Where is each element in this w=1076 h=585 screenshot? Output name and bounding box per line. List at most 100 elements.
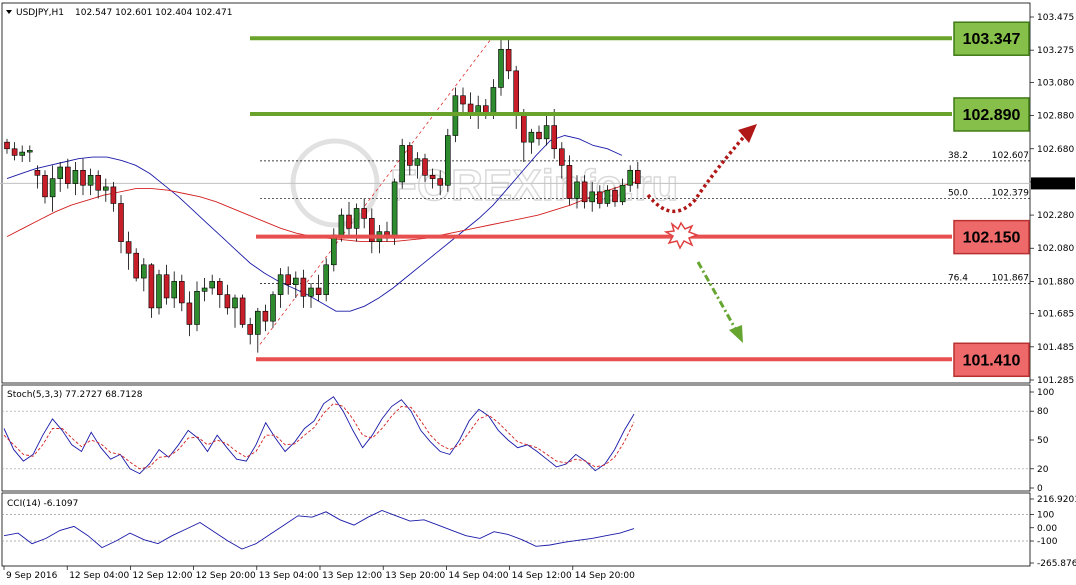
candle-body-78 <box>596 191 603 204</box>
candle-body-15 <box>118 203 124 242</box>
main-y-tick-1: 103.275 <box>1037 46 1074 56</box>
ohlc-values: 102.547 102.601 102.404 102.471 <box>75 8 232 18</box>
stoch-y-tick-0: 100 <box>1037 388 1054 398</box>
candle-body-51 <box>391 181 398 239</box>
candle-body-65 <box>498 49 504 88</box>
candle-body-10 <box>80 170 86 186</box>
main-y-tick-2: 103.080 <box>1037 78 1074 88</box>
candle-body-9 <box>72 170 79 184</box>
main-y-tick-7: 102.080 <box>1037 244 1074 254</box>
candle-31 <box>239 294 246 328</box>
fib-price-label-0: 102.607 <box>992 151 1029 161</box>
stochastic-label: Stoch(5,3,3) 77.2727 68.7128 <box>7 390 143 400</box>
candle-body-67 <box>513 70 520 113</box>
candle-body-24 <box>186 302 193 325</box>
candle-body-29 <box>224 294 231 309</box>
cci-y-tick-1: 100 <box>1037 510 1054 520</box>
candle-body-26 <box>201 287 208 292</box>
candle-body-18 <box>141 264 147 279</box>
main-y-tick-11: 101.285 <box>1037 376 1074 386</box>
candle-body-75 <box>574 181 580 199</box>
candle-body-71 <box>543 125 550 140</box>
level-label-102.150: 102.150 <box>963 230 1021 247</box>
candle-body-63 <box>482 105 489 113</box>
candle-body-16 <box>125 241 132 254</box>
x-tick-5: 13 Sep 12:00 <box>322 571 382 581</box>
candle-20 <box>156 269 162 315</box>
candle-body-56 <box>429 174 436 179</box>
x-tick-4: 13 Sep 04:00 <box>259 571 319 581</box>
candle-body-37 <box>285 274 292 285</box>
cci-y-tick-3: -100 <box>1037 537 1058 547</box>
candle-body-14 <box>110 186 117 204</box>
candle-body-79 <box>604 189 611 204</box>
cci-y-tick-4: -265.8767 <box>1037 559 1076 569</box>
candle-body-13 <box>103 186 109 191</box>
candle-body-22 <box>171 281 177 299</box>
candle-body-57 <box>437 178 444 186</box>
candle-body-34 <box>262 310 269 322</box>
level-label-103.347: 103.347 <box>963 31 1021 48</box>
candle-body-40 <box>308 287 314 297</box>
candle-17 <box>133 248 139 282</box>
x-tick-2: 12 Sep 12:00 <box>132 571 192 581</box>
stoch-y-tick-1: 80 <box>1037 407 1049 417</box>
candle-body-70 <box>536 131 542 140</box>
x-tick-6: 13 Sep 20:00 <box>385 571 445 581</box>
candle-body-38 <box>292 277 299 285</box>
candle-body-36 <box>277 274 284 295</box>
candle-body-19 <box>148 264 155 309</box>
current-price-label: 102.471 <box>1036 179 1073 189</box>
candle-body-69 <box>528 131 535 143</box>
fib-ratio-label-0: 38.2 <box>948 151 968 161</box>
candle-body-83 <box>634 170 641 184</box>
candle-body-47 <box>361 208 368 219</box>
candle-body-53 <box>406 145 413 166</box>
candle-body-52 <box>399 145 406 183</box>
stoch-y-tick-2: 50 <box>1037 436 1049 446</box>
candle-body-76 <box>581 181 588 203</box>
main-y-tick-4: 102.680 <box>1037 145 1074 155</box>
candle-body-0 <box>4 141 10 150</box>
x-tick-0: 9 Sep 2016 <box>6 571 58 581</box>
candle-body-58 <box>444 135 451 186</box>
candle-body-77 <box>589 191 596 203</box>
main-header: USDJPY,H1 102.547 102.601 102.404 102.47… <box>6 8 232 18</box>
candle-body-11 <box>87 174 94 186</box>
candle-body-33 <box>255 310 261 335</box>
candle-body-82 <box>627 170 634 186</box>
candle-body-39 <box>300 277 307 297</box>
cci-y-tick-2: 0.00 <box>1037 524 1057 534</box>
candle-body-43 <box>330 234 337 266</box>
level-label-102.890: 102.890 <box>963 107 1021 124</box>
candle-body-17 <box>133 252 139 279</box>
candle-58 <box>444 128 451 192</box>
fib-ratio-label-2: 76.4 <box>948 274 968 284</box>
main-y-tick-0: 103.475 <box>1037 13 1074 23</box>
candle-body-66 <box>505 49 512 72</box>
fib-price-label-2: 101.867 <box>992 274 1029 284</box>
cci-y-tick-0: 216.9201 <box>1037 495 1076 505</box>
candle-body-7 <box>57 166 64 179</box>
candle-52 <box>399 138 406 189</box>
cci-label: CCI(14) -6.1097 <box>7 499 78 509</box>
candle-body-68 <box>520 112 527 143</box>
candle-body-31 <box>239 297 246 325</box>
stoch-y-tick-4: 0 <box>1037 484 1043 494</box>
candle-body-81 <box>619 184 626 203</box>
candle-body-42 <box>323 264 330 295</box>
candle-body-23 <box>179 281 185 304</box>
level-label-101.410: 101.410 <box>963 352 1021 369</box>
x-tick-8: 14 Sep 12:00 <box>512 571 572 581</box>
x-tick-7: 14 Sep 04:00 <box>448 571 508 581</box>
candle-body-28 <box>217 281 223 295</box>
symbol-label: USDJPY,H1 <box>16 8 64 18</box>
candle-body-60 <box>460 95 466 105</box>
candle-body-73 <box>558 148 565 166</box>
main-y-tick-8: 101.880 <box>1037 277 1074 287</box>
candle-42 <box>323 258 330 302</box>
fib-price-label-1: 102.379 <box>992 189 1029 199</box>
main-y-tick-3: 102.880 <box>1037 112 1074 122</box>
candle-body-74 <box>566 165 573 199</box>
main-y-tick-6: 102.280 <box>1037 211 1074 221</box>
